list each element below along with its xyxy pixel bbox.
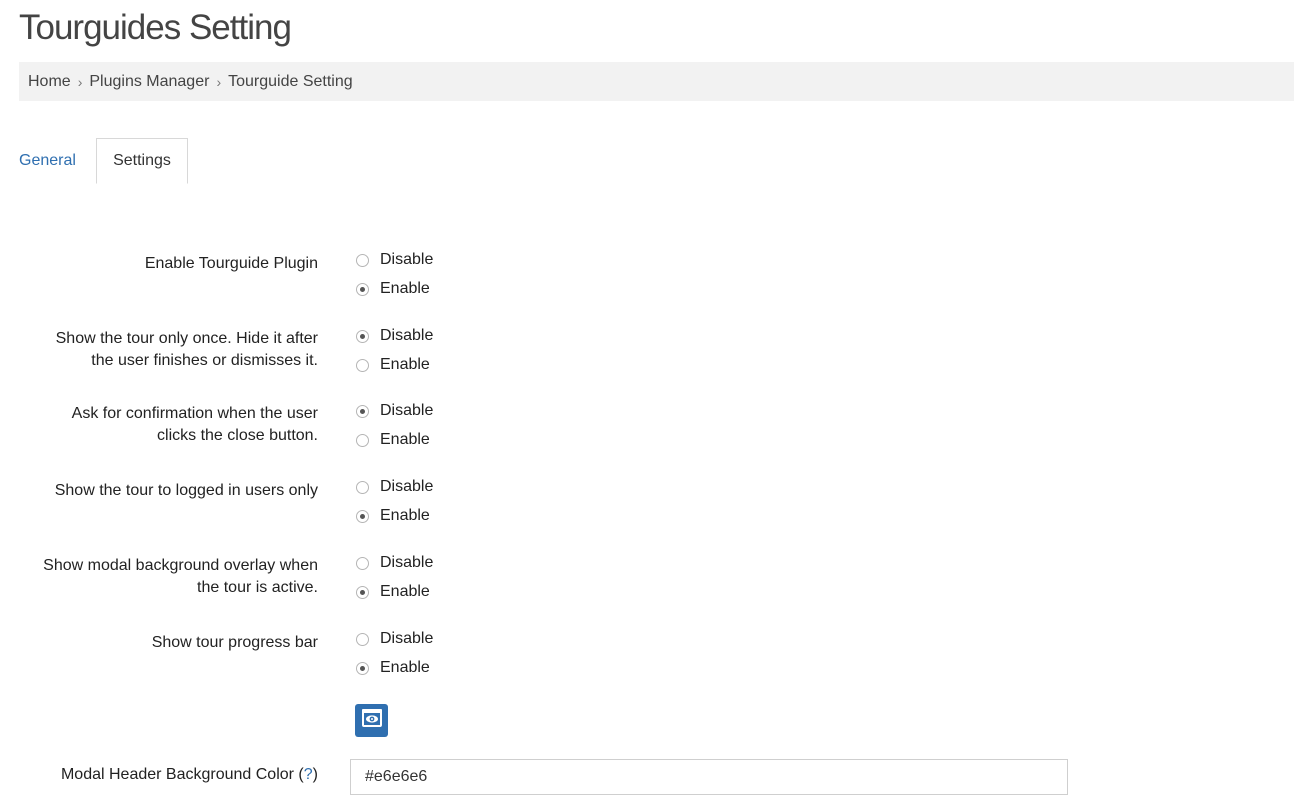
page-title: Tourguides Setting: [19, 8, 292, 47]
setting-label-line: Enable Tourguide Plugin: [144, 255, 318, 272]
breadcrumb-current: Tourguide Setting: [228, 72, 353, 90]
radio-label: Enable: [380, 507, 430, 524]
help-link[interactable]: ?: [304, 766, 313, 783]
breadcrumb-separator: ›: [77, 73, 83, 90]
breadcrumb-plugins-manager[interactable]: Plugins Manager: [89, 73, 209, 91]
radio-label: Disable: [380, 402, 434, 419]
eye-icon: [360, 706, 384, 735]
setting-label: Show the tour to logged in users only: [18, 480, 318, 502]
radio-label: Enable: [380, 583, 430, 600]
modal-header-color-label-text: Modal Header Background Color (: [60, 766, 304, 783]
radio-label: Disable: [380, 327, 434, 344]
radio-button[interactable]: [356, 329, 369, 343]
radio-label: Enable: [380, 431, 430, 448]
setting-label-line: Show tour progress bar: [151, 634, 318, 651]
radio-option-enable[interactable]: Enable: [356, 658, 430, 678]
setting-label-line: Ask for confirmation when the user: [71, 405, 318, 422]
tab-general[interactable]: General: [19, 138, 89, 184]
radio-label: Enable: [380, 659, 430, 676]
radio-option-disable[interactable]: Disable: [356, 553, 433, 573]
modal-header-color-label: Modal Header Background Color (?): [0, 766, 318, 784]
radio-option-disable[interactable]: Disable: [356, 250, 433, 270]
radio-button[interactable]: [356, 661, 369, 675]
modal-header-color-input[interactable]: [350, 759, 1068, 795]
setting-label-line: Show the tour only once. Hide it after: [55, 330, 318, 347]
modal-header-color-label-suffix: ): [312, 766, 318, 783]
radio-label: Enable: [380, 356, 430, 373]
radio-button[interactable]: [356, 404, 369, 418]
setting-label: Show tour progress bar: [18, 632, 318, 654]
radio-option-enable[interactable]: Enable: [356, 355, 430, 375]
radio-option-enable[interactable]: Enable: [356, 582, 430, 602]
radio-button[interactable]: [356, 282, 369, 296]
radio-option-disable[interactable]: Disable: [356, 477, 433, 497]
setting-label: Enable Tourguide Plugin: [18, 253, 318, 275]
breadcrumb: Home › Plugins Manager › Tourguide Setti…: [19, 62, 1294, 101]
setting-label-line: the user finishes or dismisses it.: [91, 352, 318, 369]
tab-settings[interactable]: Settings: [96, 138, 188, 184]
radio-button[interactable]: [356, 556, 369, 570]
radio-option-disable[interactable]: Disable: [356, 326, 433, 346]
radio-option-disable[interactable]: Disable: [356, 401, 433, 421]
radio-label: Disable: [380, 478, 434, 495]
radio-button[interactable]: [356, 433, 369, 447]
radio-option-disable[interactable]: Disable: [356, 629, 433, 649]
setting-label-line: Show the tour to logged in users only: [54, 482, 318, 499]
radio-button[interactable]: [356, 509, 369, 523]
setting-label-line: Show modal background overlay when: [43, 557, 318, 574]
breadcrumb-home[interactable]: Home: [28, 73, 71, 91]
radio-button[interactable]: [356, 480, 369, 494]
radio-button[interactable]: [356, 585, 369, 599]
radio-button[interactable]: [356, 253, 369, 267]
breadcrumb-separator: ›: [216, 73, 222, 90]
setting-label-line: the tour is active.: [197, 579, 318, 596]
radio-option-enable[interactable]: Enable: [356, 506, 430, 526]
radio-label: Enable: [380, 280, 430, 297]
radio-button[interactable]: [356, 358, 369, 372]
setting-label: Ask for confirmation when the user clicks…: [18, 403, 318, 447]
radio-label: Disable: [380, 554, 434, 571]
radio-option-enable[interactable]: Enable: [356, 430, 430, 450]
setting-label: Show modal background overlay when the to…: [18, 555, 318, 599]
setting-label: Show the tour only once. Hide it after th…: [18, 328, 318, 372]
radio-label: Disable: [380, 630, 434, 647]
radio-label: Disable: [380, 251, 434, 268]
tab-bar: General Settings: [0, 138, 1307, 184]
preview-button[interactable]: [355, 704, 388, 737]
radio-button[interactable]: [356, 632, 369, 646]
radio-option-enable[interactable]: Enable: [356, 279, 430, 299]
setting-label-line: clicks the close button.: [157, 427, 318, 444]
